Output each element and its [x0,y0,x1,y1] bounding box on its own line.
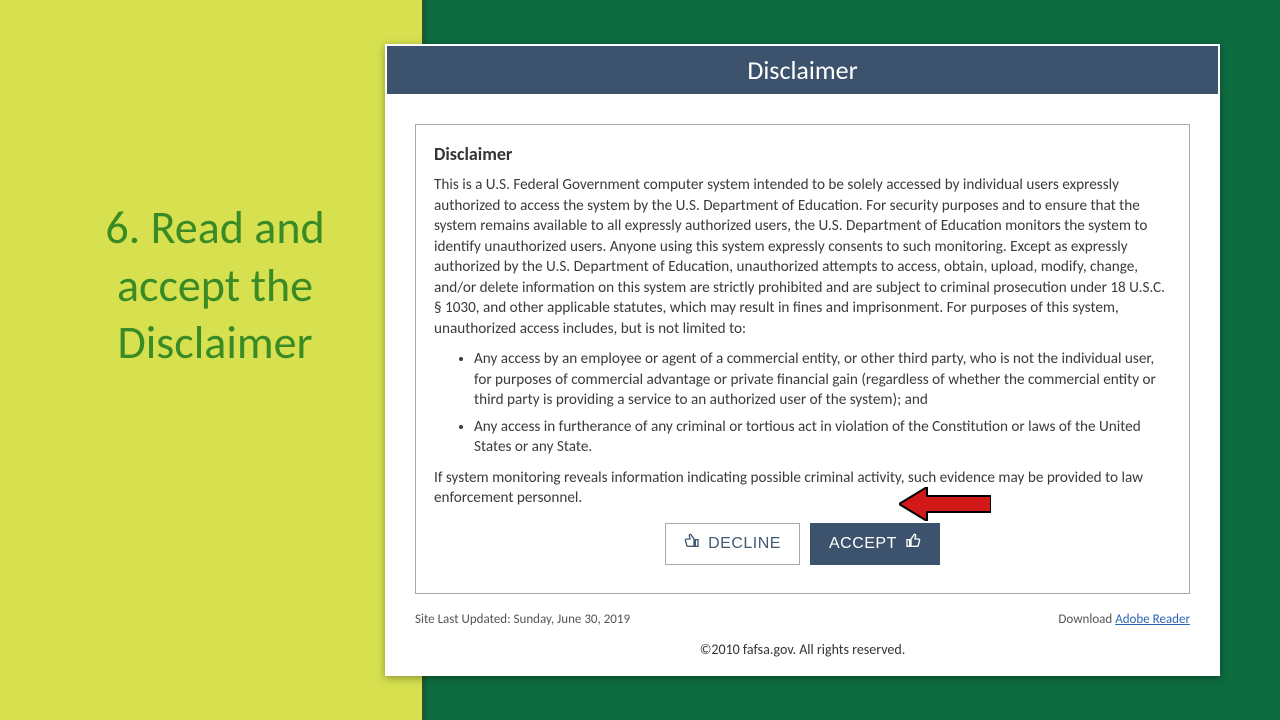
disclaimer-list: Any access by an employee or agent of a … [434,349,1171,458]
slide-stage: 6. Read and accept the Disclaimer Discla… [0,0,1280,720]
copyright-text: ©2010 fafsa.gov. All rights reserved. [385,641,1220,658]
slide-step-title: 6. Read and accept the Disclaimer [60,200,370,373]
disclaimer-card: Disclaimer This is a U.S. Federal Govern… [415,124,1190,594]
button-row: DECLINE ACCEPT [434,523,1171,565]
disclaimer-para-2: If system monitoring reveals information… [434,468,1171,509]
decline-button[interactable]: DECLINE [665,523,800,565]
disclaimer-heading: Disclaimer [434,143,1171,165]
thumbs-down-icon [684,533,700,554]
thumbs-up-icon [905,533,921,554]
disclaimer-bullet-2: Any access in furtherance of any crimina… [474,417,1171,458]
disclaimer-bullet-1: Any access by an employee or agent of a … [474,349,1171,411]
modal-titlebar: Disclaimer [387,46,1218,94]
download-prefix: Download [1058,612,1115,627]
disclaimer-body: This is a U.S. Federal Government comput… [434,175,1171,509]
disclaimer-para-1: This is a U.S. Federal Government comput… [434,175,1171,339]
disclaimer-modal-screenshot: Disclaimer Disclaimer This is a U.S. Fed… [385,44,1220,676]
adobe-reader-link[interactable]: Adobe Reader [1115,612,1190,627]
accept-button[interactable]: ACCEPT [810,523,940,565]
decline-label: DECLINE [708,535,781,553]
last-updated-text: Site Last Updated: Sunday, June 30, 2019 [415,612,630,627]
footer-line: Site Last Updated: Sunday, June 30, 2019… [415,612,1190,627]
accept-label: ACCEPT [829,535,897,553]
download-section: Download Adobe Reader [1058,612,1190,627]
